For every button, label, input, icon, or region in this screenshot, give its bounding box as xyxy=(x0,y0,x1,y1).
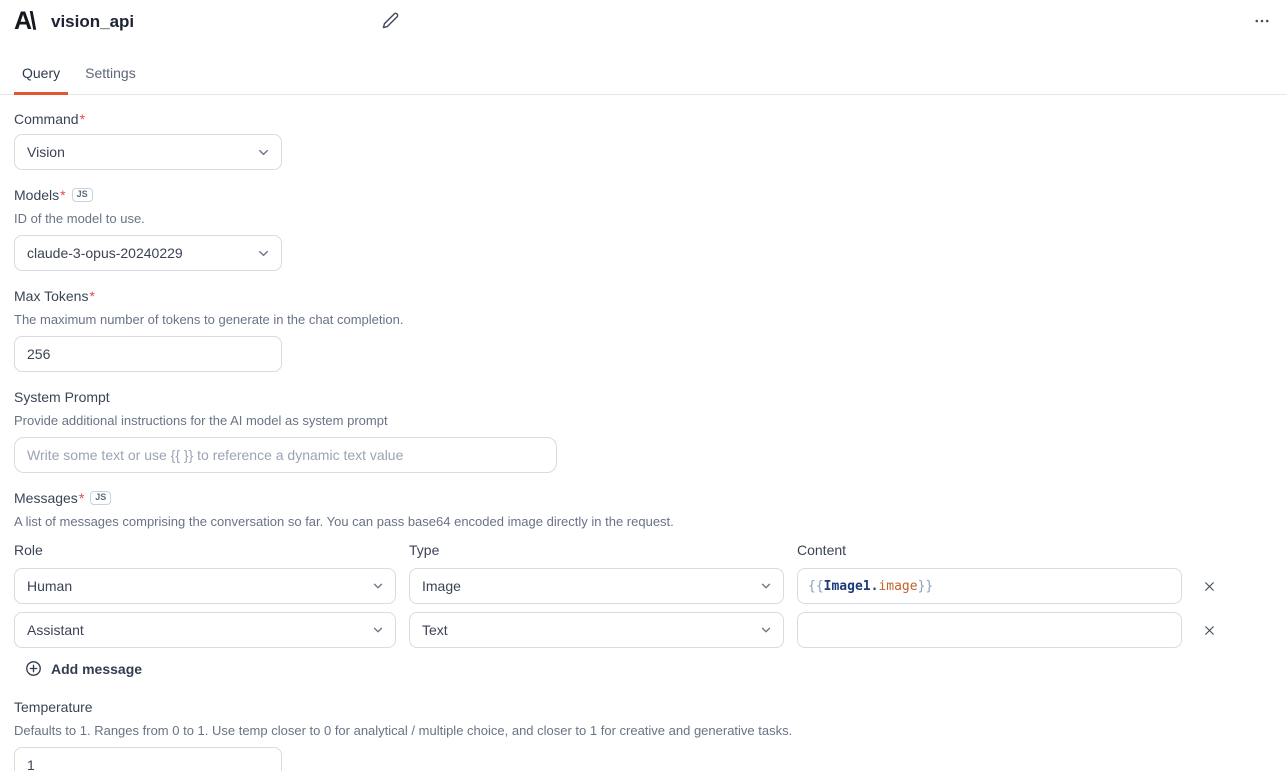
temperature-input[interactable] xyxy=(14,747,282,771)
system-prompt-input[interactable] xyxy=(14,437,557,473)
max-tokens-field: Max Tokens* The maximum number of tokens… xyxy=(14,286,1273,372)
message-1-type-select[interactable]: Text xyxy=(409,612,784,648)
circle-plus-icon xyxy=(25,660,42,677)
template-ref-token: Image1 xyxy=(824,579,871,594)
messages-label: Messages* xyxy=(14,488,84,508)
required-asterisk: * xyxy=(89,288,94,304)
message-0-remove-button[interactable] xyxy=(1195,572,1223,600)
models-help-text: ID of the model to use. xyxy=(14,210,1273,228)
required-asterisk: * xyxy=(60,187,65,203)
models-field: Models* JS ID of the model to use. claud… xyxy=(14,185,1273,271)
chevron-down-icon xyxy=(371,623,385,637)
close-icon xyxy=(1203,624,1216,637)
add-message-button[interactable]: Add message xyxy=(25,658,142,679)
query-form: Command* Vision Models* JS ID of the mod… xyxy=(0,95,1287,771)
page-title: vision_api xyxy=(51,12,134,32)
anthropic-logo: A\ xyxy=(14,9,34,36)
add-message-label: Add message xyxy=(51,661,142,677)
chevron-down-icon xyxy=(256,246,271,261)
message-1-content-textarea[interactable]: mentions a bug, ask for additional detai… xyxy=(797,612,1182,648)
close-icon xyxy=(1203,580,1216,593)
command-label: Command* xyxy=(14,109,85,129)
messages-help-text: A list of messages comprising the conver… xyxy=(14,513,1273,531)
message-1-type-value: Text xyxy=(422,622,448,638)
content-column-header: Content xyxy=(797,540,1182,560)
message-1-role-value: Assistant xyxy=(27,622,84,638)
template-prop-token: image xyxy=(878,579,917,594)
command-select[interactable]: Vision xyxy=(14,134,282,170)
chevron-down-icon xyxy=(371,579,385,593)
overflow-menu-button[interactable] xyxy=(1249,8,1275,34)
models-select-value: claude-3-opus-20240229 xyxy=(27,245,183,261)
ellipsis-icon xyxy=(1253,12,1271,30)
required-asterisk: * xyxy=(80,111,85,127)
temperature-field: Temperature Defaults to 1. Ranges from 0… xyxy=(14,697,1273,771)
chevron-down-icon xyxy=(759,623,773,637)
tab-bar: Query Settings xyxy=(0,56,1287,95)
models-select[interactable]: claude-3-opus-20240229 xyxy=(14,235,282,271)
message-0-type-select[interactable]: Image xyxy=(409,568,784,604)
message-1-role-select[interactable]: Assistant xyxy=(14,612,396,648)
tab-query[interactable]: Query xyxy=(14,56,68,95)
template-brace-token: {{ xyxy=(808,579,824,594)
pencil-icon xyxy=(382,12,399,29)
max-tokens-input[interactable] xyxy=(14,336,282,372)
models-label: Models* xyxy=(14,185,66,205)
message-0-content-input[interactable]: {{Image1.image}} xyxy=(797,568,1182,604)
messages-field-header: Messages* JS A list of messages comprisi… xyxy=(14,488,1273,531)
command-select-value: Vision xyxy=(27,144,65,160)
max-tokens-help-text: The maximum number of tokens to generate… xyxy=(14,311,1273,329)
required-asterisk: * xyxy=(79,490,84,506)
chevron-down-icon xyxy=(256,145,271,160)
template-brace-token: }} xyxy=(918,579,934,594)
message-0-role-value: Human xyxy=(27,578,72,594)
message-0-type-value: Image xyxy=(422,578,461,594)
system-prompt-field: System Prompt Provide additional instruc… xyxy=(14,387,1273,473)
message-1-remove-button[interactable] xyxy=(1195,616,1223,644)
template-dot-token: . xyxy=(871,579,879,594)
max-tokens-label: Max Tokens* xyxy=(14,286,95,306)
app-header: A\ vision_api xyxy=(0,0,1287,44)
system-prompt-help-text: Provide additional instructions for the … xyxy=(14,412,1273,430)
temperature-label: Temperature xyxy=(14,697,93,717)
command-field: Command* Vision xyxy=(14,109,1273,170)
role-column-header: Role xyxy=(14,540,396,560)
js-toggle-badge[interactable]: JS xyxy=(72,188,93,202)
temperature-help-text: Defaults to 1. Ranges from 0 to 1. Use t… xyxy=(14,722,1273,740)
system-prompt-label: System Prompt xyxy=(14,387,110,407)
tab-settings[interactable]: Settings xyxy=(77,56,144,95)
message-0-role-select[interactable]: Human xyxy=(14,568,396,604)
type-column-header: Type xyxy=(409,540,784,560)
js-toggle-badge[interactable]: JS xyxy=(90,491,111,505)
edit-title-button[interactable] xyxy=(378,8,403,33)
messages-editor: Role Type Content Human Image {{Image1.i… xyxy=(14,540,1273,648)
chevron-down-icon xyxy=(759,579,773,593)
